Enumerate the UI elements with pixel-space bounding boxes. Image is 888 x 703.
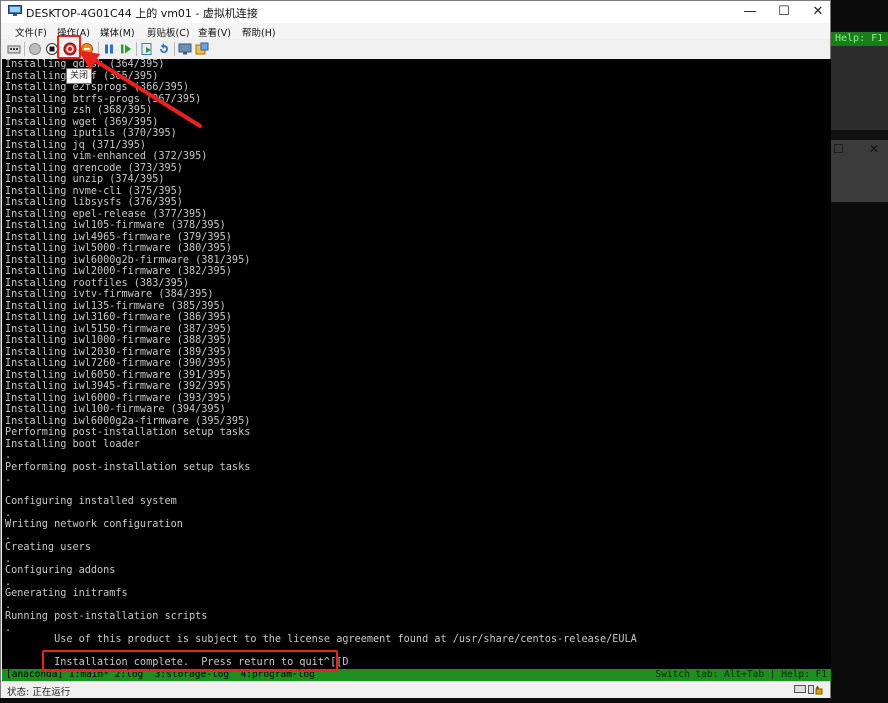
- console-line: Installing iwl135-firmware (385/395): [5, 300, 226, 312]
- menu-view[interactable]: 查看(V): [198, 25, 231, 39]
- vm-status-text: 状态: 正在运行: [7, 687, 71, 698]
- title-bar: DESKTOP-4G01C44 上的 vm01 - 虚拟机连接 — ☐ ✕: [1, 1, 830, 23]
- background-close-icon[interactable]: ✕: [869, 142, 879, 156]
- background-maximize-icon[interactable]: ☐: [833, 142, 844, 156]
- status-icons: [794, 684, 824, 698]
- console-line: .: [5, 473, 12, 484]
- console-line: Performing post-installation setup tasks: [5, 427, 251, 438]
- installation-complete-highlight-box: [42, 650, 338, 672]
- console-line: .: [5, 599, 12, 611]
- background-window-lower-panel: ☐ ✕: [831, 140, 888, 202]
- menu-media[interactable]: 媒体(M): [100, 25, 135, 39]
- background-window-status-strip: Help: F1: [831, 32, 888, 46]
- console-line: Installing qrencode (373/395): [5, 162, 183, 174]
- console-line: Installing iwl5000-firmware (380/395): [5, 243, 232, 254]
- tmux-help-hint: Switch tab: Alt+Tab | Help: F1: [655, 669, 827, 680]
- background-window-panel: [831, 46, 888, 130]
- console-line: Installing iwl5150-firmware (387/395): [5, 323, 232, 335]
- console-line: Installing iwl6000g2a-firmware (395/395): [5, 415, 251, 427]
- console-line: Installing libsysfs (376/395): [5, 197, 183, 208]
- status-bar: 状态: 正在运行: [1, 681, 830, 698]
- console-line: Installing boot loader: [5, 438, 140, 450]
- minimize-button[interactable]: —: [732, 1, 768, 23]
- console-line: Installing iwl1000-firmware (388/395): [5, 335, 232, 346]
- vm-connection-app-icon: [8, 5, 22, 16]
- console-line: .: [5, 530, 12, 542]
- console-line: Installing ivtv-firmware (384/395): [5, 289, 214, 300]
- menu-file[interactable]: 文件(F): [15, 25, 47, 39]
- ctrl-alt-del-icon[interactable]: [7, 42, 21, 56]
- console-line: Use of this product is subject to the li…: [5, 634, 637, 645]
- vm-console[interactable]: Installing gdisk (364/395)Installing lso…: [2, 59, 831, 669]
- console-line: Installing unzip (374/395): [5, 174, 165, 185]
- console-line: Installing iwl7260-firmware (390/395): [5, 358, 232, 369]
- window-title: DESKTOP-4G01C44 上的 vm01 - 虚拟机连接: [26, 7, 258, 20]
- toolbar-separator: [24, 42, 25, 56]
- console-line: Writing network configuration: [5, 519, 183, 530]
- console-line: Installing vim-enhanced (372/395): [5, 151, 208, 162]
- console-line: Generating initramfs: [5, 588, 128, 599]
- console-line: Running post-installation scripts: [5, 611, 208, 622]
- menu-bar: 文件(F) 操作(A) 媒体(M) 剪贴板(C) 查看(V) 帮助(H): [1, 23, 830, 39]
- keyboard-lock-icon: [794, 685, 823, 695]
- console-line: Installing iwl100-firmware (394/395): [5, 404, 226, 415]
- console-line: Installing nvme-cli (375/395): [5, 185, 183, 197]
- console-line: Installing rootfiles (383/395): [5, 277, 190, 289]
- menu-clipboard[interactable]: 剪贴板(C): [147, 25, 190, 39]
- console-line: .: [5, 450, 12, 461]
- console-line: Installing iwl6000-firmware (393/395): [5, 392, 232, 404]
- maximize-button[interactable]: ☐: [766, 1, 802, 23]
- console-line: Installing epel-release (377/395): [5, 208, 208, 220]
- console-line: Installing iwl105-firmware (378/395): [5, 220, 226, 231]
- console-line: Creating users: [5, 542, 91, 553]
- console-output: Installing gdisk (364/395)Installing lso…: [2, 59, 831, 669]
- console-line: .: [5, 622, 12, 634]
- console-line: .: [5, 553, 12, 565]
- console-line: Installing iwl2030-firmware (389/395): [5, 346, 232, 358]
- console-line: .: [5, 507, 12, 519]
- console-line: Performing post-installation setup tasks: [5, 461, 251, 473]
- console-line: Installing iwl4965-firmware (379/395): [5, 231, 232, 243]
- annotation-arrow: [78, 50, 202, 128]
- console-line: Installing iwl6000g2b-firmware (381/395): [5, 254, 251, 266]
- close-button[interactable]: ✕: [800, 1, 836, 23]
- console-line: Installing iwl6050-firmware (391/395): [5, 369, 232, 381]
- console-line: Configuring addons: [5, 565, 116, 576]
- console-line: Configuring installed system: [5, 496, 177, 507]
- menu-help[interactable]: 帮助(H): [242, 25, 276, 39]
- console-line: Installing iwl3160-firmware (386/395): [5, 312, 232, 323]
- console-line: Installing iwl2000-firmware (382/395): [5, 266, 232, 277]
- console-line: Installing iwl3945-firmware (392/395): [5, 381, 232, 392]
- console-line: .: [5, 576, 12, 588]
- start-icon[interactable]: [28, 42, 42, 56]
- console-line: Installing jq (371/395): [5, 139, 147, 151]
